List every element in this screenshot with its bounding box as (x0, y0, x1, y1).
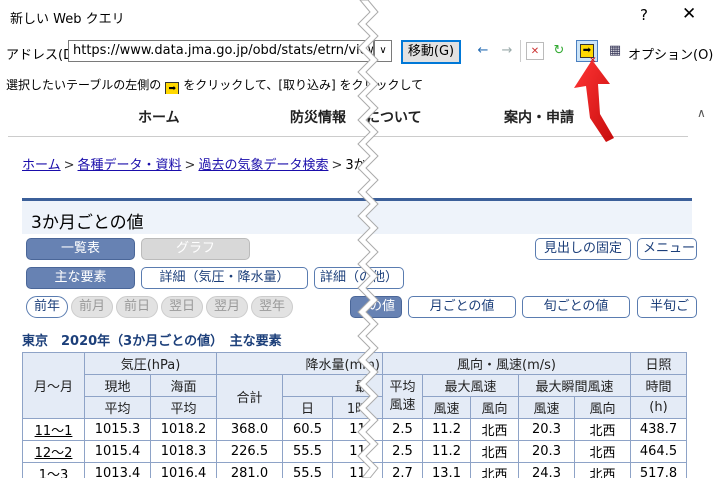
vertical-scrollbar[interactable] (690, 94, 713, 478)
cell-wmax: 11.2 (422, 440, 471, 463)
header-day: 日 (282, 396, 333, 419)
header-max-wind: 最大風速 (422, 374, 519, 397)
cell-p-sea: 1016.4 (150, 462, 217, 478)
cell-wdir: 北西 (470, 462, 519, 478)
period-link[interactable]: 1～3 (22, 462, 85, 478)
toolbar-divider (520, 40, 521, 62)
next-day-button: 翌日 (161, 296, 203, 318)
header-wind-speed: 風速 (422, 396, 471, 419)
close-icon[interactable]: ✕ (682, 4, 696, 24)
fix-header-button[interactable]: 見出しの固定 (535, 238, 631, 260)
header-sunshine-2: 時間 (630, 374, 687, 397)
nav-disaster-info[interactable]: 防災情報 (290, 107, 346, 127)
header-wind: 風向・風速(m/s) (382, 352, 631, 375)
cell-total: 226.5 (216, 440, 283, 463)
instruction-before: 選択したいテーブルの左側の (6, 78, 162, 92)
header-max-gust: 最大瞬間風速 (518, 374, 631, 397)
header-avg: 平均 (84, 396, 151, 419)
forward-icon[interactable]: → (498, 42, 516, 60)
graph-button: グラフ (141, 238, 250, 260)
table-caption: 東京 2020年（3か月ごとの値） 主な要素 (22, 334, 282, 349)
breadcrumb-home[interactable]: ホーム (22, 158, 61, 173)
help-icon[interactable]: ? (640, 6, 648, 24)
cell-total: 281.0 (216, 462, 283, 478)
cell-sun: 438.7 (630, 418, 687, 441)
go-button[interactable]: 移動(G) (401, 40, 461, 64)
dekad-value-button[interactable]: 旬ごとの値 (522, 296, 630, 318)
stop-icon[interactable]: ✕ (526, 42, 544, 60)
cell-wdir: 北西 (470, 440, 519, 463)
header-pressure: 気圧(hPa) (84, 352, 217, 375)
cell-gust: 20.3 (518, 418, 575, 441)
cell-p-station: 1015.4 (84, 440, 151, 463)
header-gust-dir: 風向 (574, 396, 631, 419)
cell-p-station: 1013.4 (84, 462, 151, 478)
main-elements-button[interactable]: 主な要素 (26, 267, 135, 289)
cell-p-sea: 1018.3 (150, 440, 217, 463)
header-sea: 海面 (150, 374, 217, 397)
scroll-up-icon[interactable]: ∧ (697, 106, 706, 120)
nav-home[interactable]: ホーム (138, 107, 180, 127)
torn-edge-divider (357, 0, 379, 478)
header-sunshine-1: 日照 (630, 352, 687, 375)
next-month-button: 翌月 (206, 296, 248, 318)
cell-day: 60.5 (282, 418, 333, 441)
options-button[interactable]: オプション(O)... (628, 44, 713, 63)
prev-year-button[interactable]: 前年 (26, 296, 68, 318)
cell-gust: 24.3 (518, 462, 575, 478)
header-avg-label: 平均 (389, 379, 416, 395)
next-year-button: 翌年 (251, 296, 293, 318)
header-sunshine-3: (h) (630, 396, 687, 419)
detail-pressure-button[interactable]: 詳細（気圧・降水量） (141, 267, 308, 289)
web-query-dialog: { "window": { "title": "新しい Web クエリ", "h… (0, 0, 713, 478)
cell-gdir: 北西 (574, 440, 631, 463)
header-station: 現地 (84, 374, 151, 397)
address-input[interactable]: https://www.data.jma.go.jp/obd/stats/etr… (68, 40, 374, 62)
cell-p-station: 1015.3 (84, 418, 151, 441)
header-avg: 平均 (150, 396, 217, 419)
back-icon[interactable]: ← (474, 42, 492, 60)
cell-wmax: 11.2 (422, 418, 471, 441)
red-pointer-arrow-icon (574, 60, 614, 142)
menu-button[interactable]: メニュー (637, 238, 697, 260)
header-wind-dir: 風向 (470, 396, 519, 419)
cell-day: 55.5 (282, 440, 333, 463)
period-link[interactable]: 11～1 (22, 418, 85, 441)
breadcrumb-sep: > (63, 158, 75, 173)
refresh-icon[interactable]: ↻ (550, 42, 568, 60)
header-period: 月～月 (22, 352, 85, 419)
cell-sun: 517.8 (630, 462, 687, 478)
cell-wdir: 北西 (470, 418, 519, 441)
half-dekad-button[interactable]: 半旬ご (637, 296, 697, 318)
breadcrumb-data[interactable]: 各種データ・資料 (78, 158, 182, 173)
monthly-value-button[interactable]: 月ごとの値 (408, 296, 516, 318)
header-avg-speed-label: 風速 (389, 397, 416, 413)
cell-day: 55.5 (282, 462, 333, 478)
breadcrumb: ホーム > 各種データ・資料 > 過去の気象データ検索 >3か (22, 154, 367, 173)
cell-gdir: 北西 (574, 462, 631, 478)
cell-gdir: 北西 (574, 418, 631, 441)
prev-month-button: 前月 (71, 296, 113, 318)
breadcrumb-sep: > (184, 158, 196, 173)
header-gust-speed: 風速 (518, 396, 575, 419)
nav-guide[interactable]: 案内・申請 (504, 107, 574, 127)
header-total: 合計 (216, 374, 283, 419)
cell-gust: 20.3 (518, 440, 575, 463)
window-title: 新しい Web クエリ (10, 12, 125, 27)
breadcrumb-search[interactable]: 過去の気象データ検索 (198, 158, 328, 173)
cell-p-sea: 1018.2 (150, 418, 217, 441)
list-button[interactable]: 一覧表 (26, 238, 135, 260)
cell-wmax: 13.1 (422, 462, 471, 478)
period-link[interactable]: 12～2 (22, 440, 85, 463)
cell-sun: 464.5 (630, 440, 687, 463)
prev-day-button: 前日 (116, 296, 158, 318)
cell-total: 368.0 (216, 418, 283, 441)
